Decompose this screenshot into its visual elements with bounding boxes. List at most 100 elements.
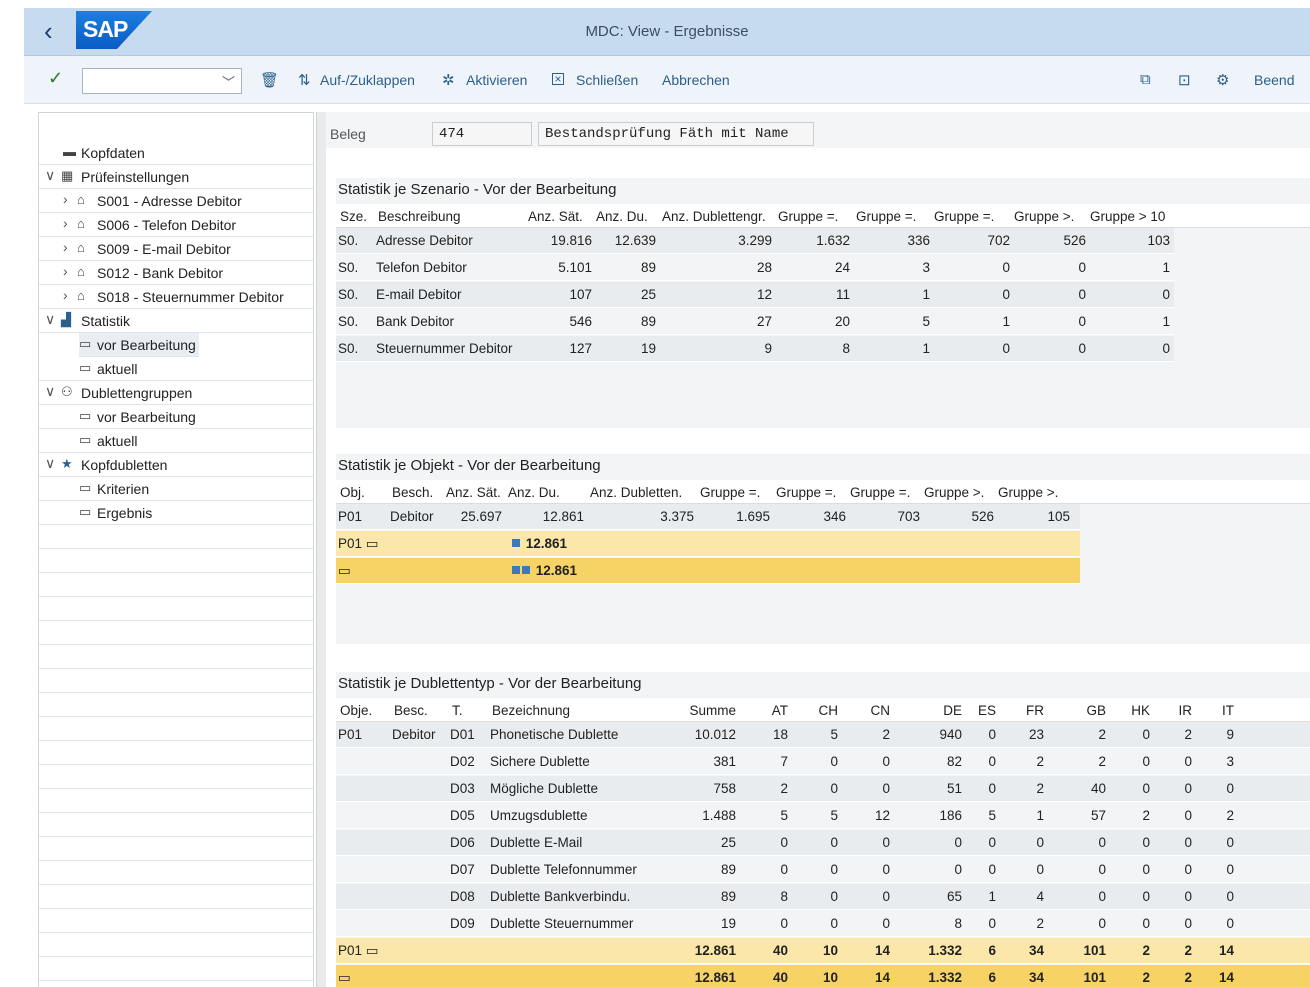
tree-item-pruefeinstellungen[interactable]: ∨ ▦ Prüfeinstellungen xyxy=(39,165,313,189)
tree-item-statistik[interactable]: ∨ ▟ Statistik xyxy=(39,309,313,333)
column-header[interactable]: CH xyxy=(794,703,839,718)
column-header[interactable]: Anz. Dublettengr. xyxy=(662,209,766,224)
tree-empty-row xyxy=(39,669,313,693)
column-header[interactable]: Besc. xyxy=(394,703,448,718)
settings-icon[interactable]: ⚙ xyxy=(1216,71,1229,89)
tree-item-s012[interactable]: › ⌂ S012 - Bank Debitor xyxy=(39,261,313,285)
column-header[interactable]: Gruppe >. xyxy=(998,485,1058,500)
column-header[interactable]: Gruppe >. xyxy=(924,485,984,500)
column-header[interactable]: Gruppe =. xyxy=(700,485,760,500)
table-row[interactable]: D09 Dublette Steuernummer 19 0 0 0 8 0 2 0 0 0 0 xyxy=(336,911,1310,937)
tree-item-kriterien[interactable]: ▭ Kriterien xyxy=(39,477,313,501)
window-icon[interactable]: ⧉ xyxy=(1140,71,1151,88)
tree-item-s001[interactable]: › ⌂ S001 - Adresse Debitor xyxy=(39,189,313,213)
table-row[interactable]: S0. Adresse Debitor 19.816 12.639 3.299 1.632… xyxy=(336,228,1174,254)
column-header[interactable]: Anz. Sät. xyxy=(446,485,501,500)
table-row[interactable]: S0. Steuernummer Debitor 127 19 9 8 1 0 0 0 xyxy=(336,336,1174,362)
column-header[interactable]: Beschreibung xyxy=(378,209,461,224)
column-header[interactable]: Gruppe =. xyxy=(934,209,994,224)
column-header[interactable]: Anz. Dubletten. xyxy=(590,485,682,500)
tree-label: S001 - Adresse Debitor xyxy=(97,193,242,209)
chevron-right-icon[interactable]: › xyxy=(63,263,68,279)
chevron-down-icon[interactable]: ∨ xyxy=(45,383,55,400)
column-header[interactable]: Anz. Du. xyxy=(508,485,560,500)
tree-item-dublettengruppen[interactable]: ∨ ⚇ Dublettengruppen xyxy=(39,381,313,405)
subtotal-value: 101 xyxy=(1083,943,1106,958)
tree-item-s006[interactable]: › ⌂ S006 - Telefon Debitor xyxy=(39,213,313,237)
expand-collapse-icon[interactable]: ⇅ xyxy=(298,71,311,89)
column-header[interactable]: Gruppe > 10 xyxy=(1090,209,1165,224)
table-row[interactable]: S0. E-mail Debitor 107 25 12 11 1 0 0 0 xyxy=(336,282,1174,308)
column-header[interactable]: CN xyxy=(844,703,891,718)
new-window-icon[interactable]: ⊡ xyxy=(1178,71,1191,89)
table-row[interactable]: D05 Umzugsdublette 1.488 5 5 12 186 5 1 57 2 0 2 xyxy=(336,803,1310,829)
column-header[interactable]: IR xyxy=(1156,703,1193,718)
column-header[interactable]: Gruppe =. xyxy=(850,485,910,500)
column-header[interactable]: Bezeichnung xyxy=(492,703,656,718)
table-row[interactable]: D06 Dublette E-Mail 25 0 0 0 0 0 0 0 0 0 0 xyxy=(336,830,1310,856)
splitter-handle[interactable] xyxy=(316,112,326,987)
trash-icon[interactable]: 🗑 xyxy=(260,71,279,89)
column-header[interactable]: ES xyxy=(968,703,996,718)
column-header[interactable]: IT xyxy=(1198,703,1234,718)
column-header[interactable]: Gruppe =. xyxy=(856,209,916,224)
check-icon[interactable]: ✓ xyxy=(48,68,63,89)
close-button[interactable]: Schließen xyxy=(576,72,638,88)
column-header[interactable]: T. xyxy=(452,703,488,718)
table-row[interactable]: D08 Dublette Bankverbindu. 89 8 0 0 65 1 4 0 0 0 0 xyxy=(336,884,1310,910)
chevron-down-icon[interactable]: ∨ xyxy=(45,455,55,472)
column-header[interactable]: Gruppe >. xyxy=(1014,209,1074,224)
table-row[interactable]: S0. Bank Debitor 546 89 27 20 5 1 0 1 xyxy=(336,309,1174,335)
column-header[interactable]: Anz. Du. xyxy=(596,209,648,224)
tree-item-kopfdaten[interactable]: ▬ Kopfdaten xyxy=(39,141,313,165)
chevron-right-icon[interactable]: › xyxy=(63,191,68,207)
chevron-down-icon[interactable]: ∨ xyxy=(45,311,55,328)
tree-item-s018[interactable]: › ⌂ S018 - Steuernummer Debitor xyxy=(39,285,313,309)
column-header[interactable]: AT xyxy=(742,703,788,718)
column-header[interactable]: DE xyxy=(896,703,962,718)
column-header[interactable]: Besch. xyxy=(392,485,433,500)
column-header[interactable]: Gruppe =. xyxy=(776,485,836,500)
column-header[interactable]: Obj. xyxy=(340,485,365,500)
tree-item-dubletten-vor[interactable]: ▭ vor Bearbeitung xyxy=(39,405,313,429)
tree-empty-row xyxy=(39,813,313,837)
tree-item-kopfdubletten[interactable]: ∨ ★ Kopfdubletten xyxy=(39,453,313,477)
szenario-title: Statistik je Szenario - Vor der Bearbeit… xyxy=(338,181,617,198)
tree-item-ergebnis[interactable]: ▭ Ergebnis xyxy=(39,501,313,525)
tree-empty-row xyxy=(39,621,313,645)
table-cell: D01 xyxy=(450,727,475,742)
table-row[interactable]: D07 Dublette Telefonnummer 89 0 0 0 0 0 0 0 0 0 0 xyxy=(336,857,1310,883)
subtotal-row: P01 ▭ 12.861 xyxy=(336,531,1080,557)
close-icon[interactable]: × xyxy=(552,73,564,85)
tree-item-statistik-aktuell[interactable]: ▭ aktuell xyxy=(39,357,313,381)
activate-icon[interactable]: ✲ xyxy=(442,71,455,89)
column-header[interactable]: Sze. xyxy=(340,209,367,224)
tree-item-dubletten-aktuell[interactable]: ▭ aktuell xyxy=(39,429,313,453)
tree-item-statistik-vor[interactable]: ▭ vor Bearbeitung xyxy=(79,333,199,357)
table-row[interactable]: D02 Sichere Dublette 381 7 0 0 82 0 2 2 0 0 3 xyxy=(336,749,1310,775)
column-header[interactable]: Summe xyxy=(662,703,736,718)
chevron-right-icon[interactable]: › xyxy=(63,215,68,231)
total-value: 10 xyxy=(822,970,838,985)
table-cell: 0 xyxy=(1184,754,1192,769)
chevron-down-icon[interactable]: ﹀ xyxy=(222,72,235,91)
table-row[interactable]: D03 Mögliche Dublette 758 2 0 0 51 0 2 40 0 0 0 xyxy=(336,776,1310,802)
column-header[interactable]: Obje. xyxy=(340,703,390,718)
table-row[interactable]: P01 Debitor D01 Phonetische Dublette 10.012 1… xyxy=(336,722,1310,748)
command-field[interactable]: ﹀ xyxy=(82,68,242,94)
activate-button[interactable]: Aktivieren xyxy=(466,72,527,88)
tree-item-s009[interactable]: › ⌂ S009 - E-mail Debitor xyxy=(39,237,313,261)
cancel-button[interactable]: Abbrechen xyxy=(662,72,730,88)
column-header[interactable]: Gruppe =. xyxy=(778,209,838,224)
chevron-down-icon[interactable]: ∨ xyxy=(45,167,55,184)
column-header[interactable]: GB xyxy=(1050,703,1106,718)
column-header[interactable]: HK xyxy=(1112,703,1150,718)
table-row[interactable]: P01 Debitor 25.697 12.861 3.375 1.695 346 703 52… xyxy=(336,504,1080,530)
end-button[interactable]: Beend xyxy=(1254,72,1294,88)
chevron-right-icon[interactable]: › xyxy=(63,239,68,255)
column-header[interactable]: FR xyxy=(1002,703,1044,718)
column-header[interactable]: Anz. Sät. xyxy=(528,209,583,224)
collapse-button[interactable]: Auf-/Zuklappen xyxy=(320,72,415,88)
table-row[interactable]: S0. Telefon Debitor 5.101 89 28 24 3 0 0 1 xyxy=(336,255,1174,281)
chevron-right-icon[interactable]: › xyxy=(63,287,68,303)
